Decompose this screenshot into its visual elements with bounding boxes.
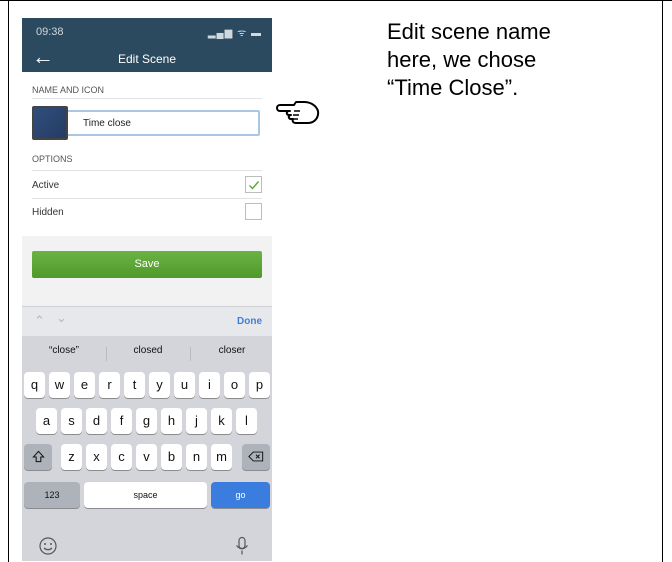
key-p[interactable]: p bbox=[249, 372, 270, 398]
go-key[interactable]: go bbox=[211, 482, 270, 508]
shift-icon bbox=[31, 450, 45, 463]
backspace-icon bbox=[248, 451, 264, 462]
save-button[interactable]: Save bbox=[32, 251, 262, 278]
suggestion-divider bbox=[106, 347, 107, 361]
key-n[interactable]: n bbox=[186, 444, 207, 470]
scene-icon-picker[interactable] bbox=[32, 106, 68, 140]
app-header: 09:38 ▂▄▆ ᯤ ▬ ← Edit Scene bbox=[22, 18, 272, 72]
caption-text: Edit scene name here, we chose “Time Clo… bbox=[387, 18, 551, 102]
status-time: 09:38 bbox=[36, 26, 64, 38]
key-x[interactable]: x bbox=[86, 444, 107, 470]
key-f[interactable]: f bbox=[111, 408, 132, 434]
key-m[interactable]: m bbox=[211, 444, 232, 470]
divider bbox=[32, 170, 262, 171]
save-area: Save bbox=[22, 236, 272, 306]
option-row-hidden: Hidden bbox=[32, 203, 262, 223]
key-e[interactable]: e bbox=[74, 372, 95, 398]
chevron-up-icon[interactable]: ⌃ bbox=[34, 313, 45, 329]
key-t[interactable]: t bbox=[124, 372, 145, 398]
divider bbox=[32, 198, 262, 199]
microphone-icon[interactable] bbox=[234, 536, 250, 556]
key-d[interactable]: d bbox=[86, 408, 107, 434]
keyboard: “close” closed closer q w e r t y u i o … bbox=[22, 336, 272, 561]
divider bbox=[32, 98, 262, 99]
page-title: Edit Scene bbox=[117, 52, 177, 66]
key-l[interactable]: l bbox=[236, 408, 257, 434]
suggestion-item[interactable]: closed bbox=[108, 345, 188, 356]
status-icons: ▂▄▆ ᯤ ▬ bbox=[207, 28, 262, 39]
key-b[interactable]: b bbox=[161, 444, 182, 470]
checkmark-icon bbox=[249, 181, 260, 190]
pointing-hand-icon bbox=[276, 101, 320, 124]
suggestion-item[interactable]: closer bbox=[192, 345, 272, 356]
hidden-checkbox[interactable] bbox=[245, 203, 262, 220]
key-a[interactable]: a bbox=[36, 408, 57, 434]
key-r[interactable]: r bbox=[99, 372, 120, 398]
suggestion-item[interactable]: “close” bbox=[24, 345, 104, 356]
emoji-icon[interactable] bbox=[38, 536, 58, 556]
options-label: OPTIONS bbox=[32, 154, 73, 164]
suggestion-divider bbox=[190, 347, 191, 361]
frame-left-border bbox=[8, 0, 9, 562]
option-label-hidden: Hidden bbox=[32, 207, 64, 218]
key-z[interactable]: z bbox=[61, 444, 82, 470]
key-k[interactable]: k bbox=[211, 408, 232, 434]
caption-line: Edit scene name bbox=[387, 19, 551, 44]
key-i[interactable]: i bbox=[199, 372, 220, 398]
done-button[interactable]: Done bbox=[237, 316, 262, 327]
space-key[interactable]: space bbox=[84, 482, 207, 508]
suggestion-bar: “close” closed closer bbox=[22, 342, 272, 364]
key-g[interactable]: g bbox=[136, 408, 157, 434]
backspace-key[interactable] bbox=[242, 444, 270, 470]
option-row-active: Active bbox=[32, 176, 262, 196]
active-checkbox[interactable] bbox=[245, 176, 262, 193]
key-q[interactable]: q bbox=[24, 372, 45, 398]
key-y[interactable]: y bbox=[149, 372, 170, 398]
caption-line: “Time Close”. bbox=[387, 75, 519, 100]
shift-key[interactable] bbox=[24, 444, 52, 470]
option-label-active: Active bbox=[32, 180, 60, 191]
scene-name-input[interactable] bbox=[58, 110, 260, 136]
key-j[interactable]: j bbox=[186, 408, 207, 434]
key-w[interactable]: w bbox=[49, 372, 70, 398]
key-v[interactable]: v bbox=[136, 444, 157, 470]
name-and-icon-label: NAME AND ICON bbox=[32, 85, 105, 95]
caption-line: here, we chose bbox=[387, 47, 537, 72]
key-h[interactable]: h bbox=[161, 408, 182, 434]
keyboard-toolbar: ⌃ ⌄ Done bbox=[22, 306, 272, 336]
document-frame: 09:38 ▂▄▆ ᯤ ▬ ← Edit Scene NAME AND ICON… bbox=[0, 0, 672, 562]
frame-right-border bbox=[662, 0, 663, 562]
key-c[interactable]: c bbox=[111, 444, 132, 470]
key-u[interactable]: u bbox=[174, 372, 195, 398]
phone-screenshot: 09:38 ▂▄▆ ᯤ ▬ ← Edit Scene NAME AND ICON… bbox=[22, 18, 272, 561]
chevron-down-icon[interactable]: ⌄ bbox=[56, 310, 67, 326]
numbers-key[interactable]: 123 bbox=[24, 482, 80, 508]
key-o[interactable]: o bbox=[224, 372, 245, 398]
key-s[interactable]: s bbox=[61, 408, 82, 434]
frame-top-border bbox=[0, 0, 672, 1]
